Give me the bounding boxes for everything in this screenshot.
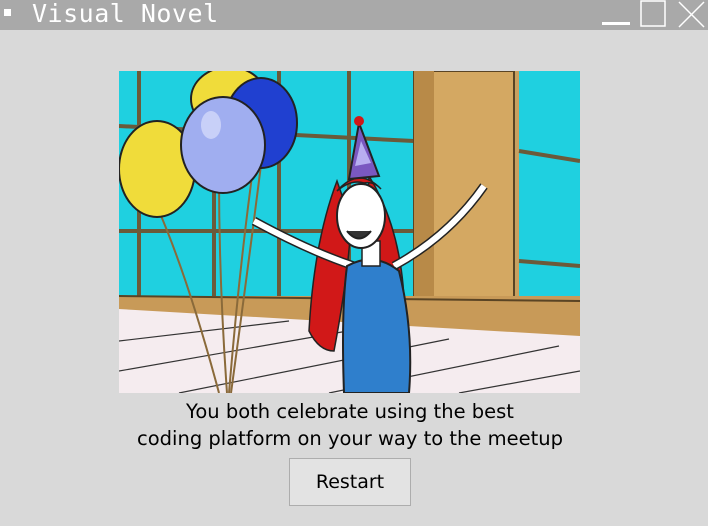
dialogue-line-1: You both celebrate using the best: [186, 400, 514, 423]
window-title: Visual Novel: [32, 0, 219, 28]
dialogue-line-2: coding platform on your way to the meetu…: [137, 427, 563, 450]
close-icon[interactable]: [676, 0, 706, 30]
window-menu-icon[interactable]: [4, 9, 11, 16]
title-bar[interactable]: Visual Novel: [0, 0, 708, 30]
maximize-icon[interactable]: [638, 0, 668, 30]
minimize-icon[interactable]: [600, 0, 630, 30]
dialogue-text: You both celebrate using the best coding…: [100, 398, 600, 452]
scene-illustration: [119, 71, 580, 393]
restart-button[interactable]: Restart: [289, 458, 411, 506]
